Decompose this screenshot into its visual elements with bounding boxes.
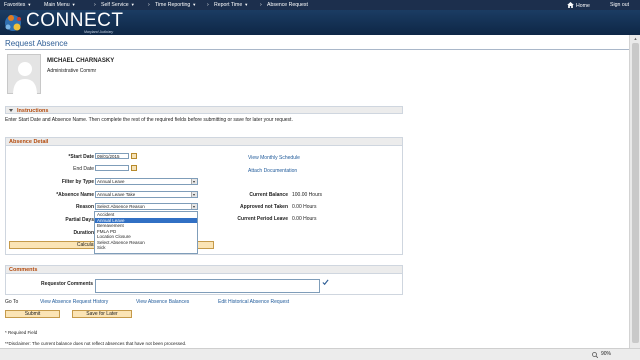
current-balance-label: Current Balance xyxy=(249,192,288,198)
reason-option[interactable]: Sick xyxy=(95,245,197,250)
view-monthly-schedule-link[interactable]: View Monthly Schedule xyxy=(248,155,300,161)
spell-check-icon[interactable] xyxy=(322,279,329,286)
top-nav-bar: Favorites ▼ Main Menu ▼ › Self Service ▼ › … xyxy=(0,0,640,10)
instructions-header[interactable]: Instructions xyxy=(5,106,403,114)
browser-status-bar: 90% xyxy=(0,348,640,360)
duration-label: Duration xyxy=(73,230,94,236)
self-service-label: Self Service xyxy=(101,2,129,8)
view-absence-balances-link[interactable]: View Absence Balances xyxy=(136,299,189,305)
start-date-label: *Start Date xyxy=(68,154,94,160)
current-balance-value: 100.00 Hours xyxy=(292,192,323,198)
save-for-later-button[interactable]: Save for Later xyxy=(72,310,132,318)
chevron-down-icon xyxy=(191,179,197,184)
vertical-scrollbar[interactable]: ▲ xyxy=(629,35,640,348)
scroll-up-icon[interactable]: ▲ xyxy=(632,36,639,42)
zoom-level[interactable]: 90% xyxy=(601,351,611,357)
reason-option[interactable]: Location Closure xyxy=(95,234,197,239)
calendar-icon[interactable] xyxy=(131,165,137,171)
chevron-down-icon xyxy=(191,192,197,197)
absence-name-label: *Absence Name xyxy=(56,192,94,198)
sign-out-link[interactable]: Sign out xyxy=(610,2,629,8)
comments-title: Comments xyxy=(9,267,38,273)
instructions-title: Instructions xyxy=(17,107,49,114)
end-date-field[interactable] xyxy=(95,165,129,171)
employee-name: MICHAEL CHARNASKY xyxy=(47,58,115,64)
current-period-leave-label: Current Period Leave xyxy=(237,216,288,222)
breadcrumb-separator: › xyxy=(94,2,96,8)
filter-type-value: Annual Leave xyxy=(97,179,125,184)
self-service-menu[interactable]: Self Service ▼ xyxy=(101,2,135,8)
start-date-field[interactable]: 09/01/2015 xyxy=(95,153,129,159)
favorites-menu[interactable]: Favorites ▼ xyxy=(4,2,31,8)
absence-request-crumb[interactable]: Absence Request xyxy=(267,2,308,8)
employee-title: Administrative Commr xyxy=(47,68,97,74)
filter-type-select[interactable]: Annual Leave xyxy=(95,178,198,185)
scrollbar-thumb[interactable] xyxy=(632,43,639,343)
comments-header: Comments xyxy=(5,265,403,274)
logo-subtitle: Maryland Judiciary xyxy=(84,30,114,34)
submit-button[interactable]: Submit xyxy=(5,310,60,318)
view-absence-request-history-link[interactable]: View Absence Request History xyxy=(40,299,108,305)
current-period-leave-value: 0.00 Hours xyxy=(292,216,317,222)
chevron-down-icon: ▼ xyxy=(71,2,76,7)
requestor-comments-field[interactable] xyxy=(95,279,320,293)
reason-value: Select Absence Reason xyxy=(97,204,145,209)
reason-select[interactable]: Select Absence Reason xyxy=(95,203,198,210)
chevron-down-icon: ▼ xyxy=(27,2,32,7)
breadcrumb-separator: › xyxy=(148,2,150,8)
filter-type-label: Filter by Type xyxy=(61,179,94,185)
approved-not-taken-label: Approved not Taken xyxy=(240,204,288,210)
chevron-down-icon: ▼ xyxy=(244,2,249,7)
edit-historical-absence-request-link[interactable]: Edit Historical Absence Request xyxy=(218,299,289,305)
approved-not-taken-value: 0.00 Hours xyxy=(292,204,317,210)
reason-option[interactable]: Bereavement xyxy=(95,223,197,228)
reason-option-selected[interactable]: Annual Leave xyxy=(95,217,197,223)
breadcrumb-separator: › xyxy=(260,2,262,8)
absence-name-value: Annual Leave Take xyxy=(97,192,136,197)
attach-documentation-link[interactable]: Attach Documentation xyxy=(248,168,297,174)
connect-logo-icon xyxy=(5,15,21,31)
person-silhouette-icon xyxy=(13,62,37,95)
chevron-down-icon: ▼ xyxy=(192,2,197,7)
reason-option[interactable]: FMLA PD xyxy=(95,229,197,234)
chevron-down-icon: ▼ xyxy=(130,2,135,7)
main-menu-label: Main Menu xyxy=(44,2,70,8)
time-reporting-menu[interactable]: Time Reporting ▼ xyxy=(155,2,196,8)
connect-logo-text: CONNECT xyxy=(26,10,124,31)
home-link[interactable]: Home xyxy=(567,2,590,9)
end-date-label: End Date xyxy=(73,166,94,172)
reason-option[interactable]: Select Absence Reason xyxy=(95,240,197,245)
calendar-icon[interactable] xyxy=(131,153,137,159)
absence-detail-header: Absence Detail xyxy=(5,137,403,146)
report-time-menu[interactable]: Report Time ▼ xyxy=(214,2,248,8)
disclaimer-note: **Disclaimer: The current balance does n… xyxy=(5,341,187,346)
collapse-triangle-icon xyxy=(9,109,13,112)
title-divider xyxy=(5,49,630,50)
main-menu[interactable]: Main Menu ▼ xyxy=(44,2,76,8)
home-label: Home xyxy=(576,3,590,9)
report-time-label: Report Time xyxy=(214,2,243,8)
header-banner: CONNECT Maryland Judiciary xyxy=(0,10,640,35)
reason-option[interactable]: Accident xyxy=(95,212,197,217)
breadcrumb-separator: › xyxy=(207,2,209,8)
home-icon xyxy=(567,2,574,8)
reason-dropdown-list[interactable]: Accident Annual Leave Bereavement FMLA P… xyxy=(94,211,198,254)
favorites-label: Favorites xyxy=(4,2,26,8)
absence-detail-title: Absence Detail xyxy=(9,139,49,145)
page-title: Request Absence xyxy=(5,39,68,48)
avatar xyxy=(7,54,41,95)
instructions-text: Enter Start Date and Absence Name. Then … xyxy=(5,117,293,123)
go-to-label: Go To xyxy=(5,299,19,305)
partial-days-label: Partial Days xyxy=(65,217,94,223)
zoom-icon xyxy=(592,352,598,358)
requestor-comments-label: Requestor Comments xyxy=(41,281,93,287)
absence-name-select[interactable]: Annual Leave Take xyxy=(95,191,198,198)
chevron-down-icon xyxy=(191,204,197,209)
time-reporting-label: Time Reporting xyxy=(155,2,191,8)
reason-label: Reason xyxy=(75,204,94,210)
required-field-note: * Required Field xyxy=(5,330,38,335)
